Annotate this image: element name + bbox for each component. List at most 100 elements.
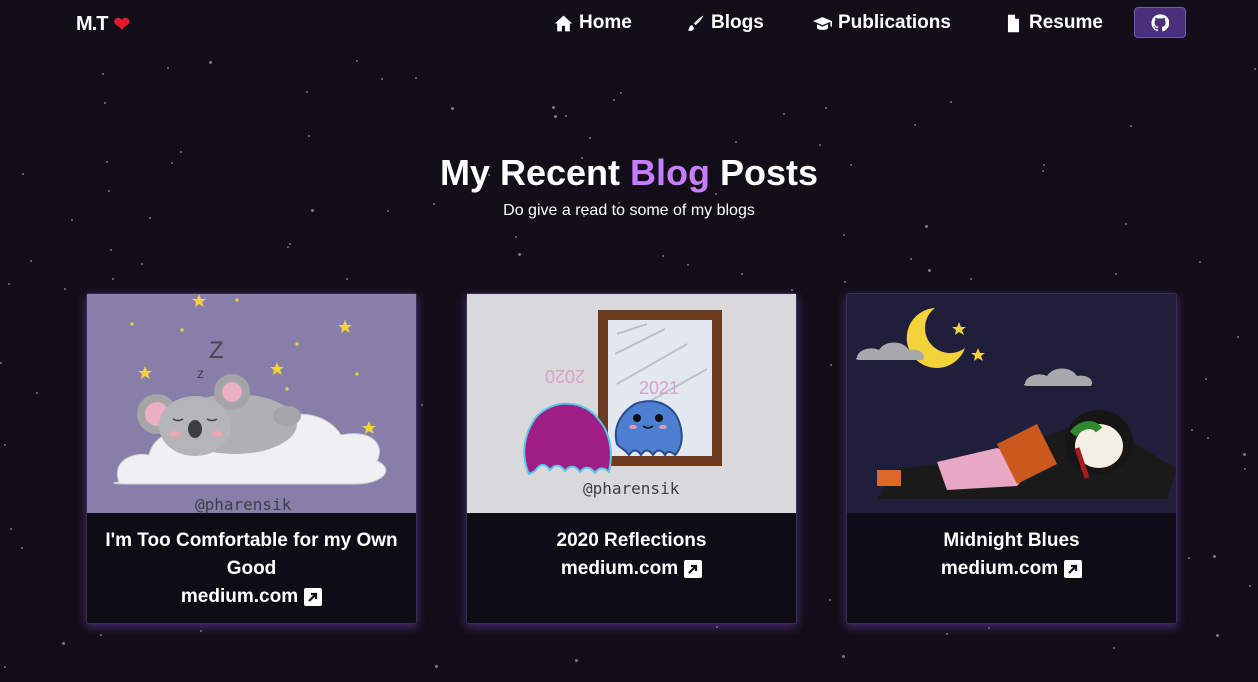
file-icon — [1007, 14, 1020, 32]
star-dot — [356, 60, 358, 62]
star-dot — [381, 78, 383, 80]
external-link-icon — [304, 588, 323, 606]
star-dot — [36, 392, 38, 394]
star-dot — [515, 236, 517, 238]
blog-card[interactable]: Midnight Blues medium.com — [846, 293, 1177, 624]
github-button[interactable] — [1134, 7, 1186, 38]
nav-home-label: Home — [579, 12, 632, 33]
brand-name: M.T — [76, 13, 108, 35]
star-dot — [914, 124, 916, 126]
star-dot — [575, 659, 578, 662]
star-dot — [928, 269, 931, 272]
star-dot — [925, 225, 928, 228]
navbar: M.T ❤ Home Blogs Publications Resume — [0, 0, 1258, 48]
brush-icon — [687, 15, 704, 31]
star-dot — [112, 278, 114, 280]
star-dot — [8, 283, 10, 285]
blog-card-title: I'm Too Comfortable for my Own Good — [105, 530, 398, 579]
star-dot — [1207, 437, 1209, 439]
star-dot — [988, 627, 990, 629]
title-accent: Blog — [630, 152, 710, 193]
svg-text:Z: Z — [209, 337, 224, 364]
star-dot — [200, 630, 202, 632]
page-title: My Recent Blog Posts — [0, 150, 1258, 196]
star-dot — [950, 101, 952, 103]
star-dot — [735, 141, 737, 143]
star-dot — [30, 260, 32, 262]
star-dot — [613, 99, 615, 101]
github-icon — [1151, 13, 1169, 31]
star-dot — [100, 634, 102, 636]
star-dot — [662, 255, 664, 257]
star-dot — [620, 92, 622, 94]
star-dot — [110, 249, 112, 251]
star-dot — [10, 528, 12, 530]
star-dot — [946, 633, 948, 635]
nav-home[interactable]: Home — [554, 12, 632, 34]
star-dot — [791, 289, 793, 291]
blog-card-link-text: medium.com — [180, 586, 299, 607]
graduation-cap-icon — [813, 16, 832, 30]
title-prefix: My Recent — [439, 152, 620, 193]
star-dot — [415, 77, 417, 79]
blog-thumbnail-midnight — [847, 294, 1176, 513]
nav-blogs[interactable]: Blogs — [686, 12, 764, 34]
blog-thumbnail-koala: Z z @pharensik — [87, 294, 416, 513]
star-dot — [421, 404, 423, 406]
external-link-icon — [684, 560, 703, 578]
star-dot — [554, 115, 557, 118]
thumbnail-label: 2021 — [639, 378, 679, 398]
thumbnail-caption: @pharensik — [583, 479, 680, 498]
brand-logo[interactable]: M.T ❤ — [76, 12, 130, 37]
star-dot — [687, 264, 689, 266]
star-dot — [1199, 261, 1201, 263]
star-dot — [435, 665, 438, 668]
star-dot — [1254, 68, 1256, 70]
heart-icon: ❤ — [113, 14, 130, 36]
thumbnail-label: 2020 — [545, 366, 585, 386]
star-dot — [1188, 557, 1190, 559]
page-subtitle: Do give a read to some of my blogs — [503, 202, 755, 219]
nav-publications[interactable]: Publications — [813, 12, 951, 34]
blog-card[interactable]: 2021 2020 @pharensik 2020 Reflections me… — [466, 293, 797, 624]
star-dot — [910, 258, 912, 260]
nav-resume[interactable]: Resume — [1004, 12, 1103, 34]
blog-card-title: 2020 Reflections — [556, 530, 707, 551]
star-dot — [4, 444, 6, 446]
external-link-icon — [1064, 560, 1083, 578]
star-dot — [104, 102, 106, 104]
star-dot — [970, 278, 972, 280]
home-icon — [554, 15, 573, 31]
blog-card-link-text: medium.com — [940, 558, 1059, 579]
star-dot — [716, 626, 718, 628]
star-dot — [289, 243, 291, 245]
star-dot — [1205, 378, 1207, 380]
blog-card-link[interactable]: medium.com — [560, 555, 703, 583]
star-dot — [565, 115, 567, 117]
star-dot — [830, 364, 832, 366]
star-dot — [825, 107, 827, 109]
star-dot — [518, 253, 521, 256]
title-suffix: Posts — [720, 152, 819, 193]
star-dot — [783, 113, 785, 115]
star-dot — [64, 288, 66, 290]
star-dot — [552, 106, 555, 109]
blog-thumbnail-reflections: 2021 2020 @pharensik — [467, 294, 796, 513]
star-dot — [844, 281, 846, 283]
star-dot — [1237, 336, 1239, 338]
nav-resume-label: Resume — [1029, 12, 1103, 33]
blog-card-title: Midnight Blues — [943, 530, 1080, 551]
blog-card-link-text: medium.com — [560, 558, 679, 579]
star-dot — [141, 263, 143, 265]
star-dot — [287, 246, 289, 248]
star-dot — [1216, 634, 1219, 637]
blog-card-link[interactable]: medium.com — [180, 583, 323, 611]
nav-blogs-label: Blogs — [711, 12, 764, 33]
star-dot — [819, 144, 821, 146]
star-dot — [829, 599, 831, 601]
blog-card-link[interactable]: medium.com — [940, 555, 1083, 583]
star-dot — [1125, 223, 1127, 225]
blog-card[interactable]: Z z @pharensik I'm Too Comfortable for m… — [86, 293, 417, 624]
star-dot — [842, 655, 845, 658]
star-dot — [4, 666, 6, 668]
